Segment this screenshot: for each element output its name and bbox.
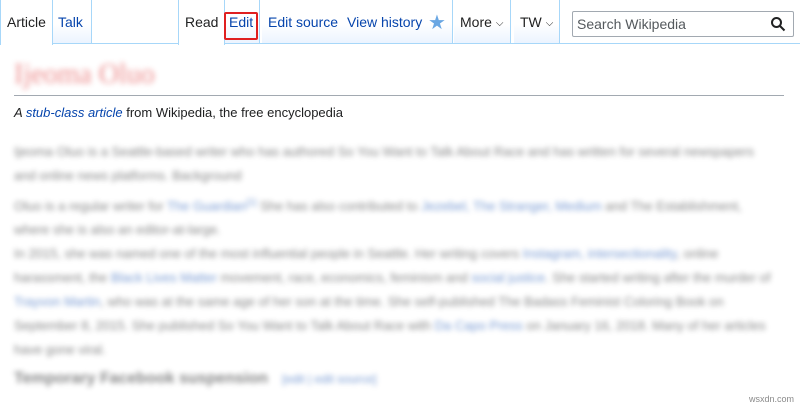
tab-article[interactable]: Article bbox=[0, 0, 53, 45]
page-title: Ijeoma Oluo bbox=[14, 59, 155, 90]
paragraph-link[interactable]: The Guardian bbox=[167, 198, 247, 213]
subtitle-prefix: A bbox=[14, 105, 26, 120]
paragraph-link[interactable]: Trayvon Martin bbox=[14, 294, 100, 309]
page-subtitle: A stub-class article from Wikipedia, the… bbox=[14, 105, 343, 120]
menu-more[interactable]: More ⌵ bbox=[454, 0, 511, 44]
section-heading-text: Temporary Facebook suspension bbox=[14, 370, 268, 387]
edit-highlight-box bbox=[224, 12, 258, 40]
watermark: wsxdn.com bbox=[748, 394, 794, 404]
tab-talk[interactable]: Talk bbox=[52, 0, 92, 44]
paragraph-link[interactable]: Jezebel, The Stranger, Medium bbox=[421, 198, 601, 213]
article-paragraph: Ijeoma Oluo is a Seattle-based writer wh… bbox=[14, 140, 774, 188]
paragraph-text: Ijeoma Oluo is a Seattle-based writer wh… bbox=[14, 144, 754, 183]
menu-tw[interactable]: TW ⌵ bbox=[514, 0, 561, 44]
tab-bar: Article Talk Read Edit Edit source View … bbox=[0, 0, 800, 45]
section-heading: Temporary Facebook suspension [edit | edi… bbox=[14, 370, 377, 388]
subtitle-suffix: from Wikipedia, the free encyclopedia bbox=[122, 105, 344, 120]
tw-label: TW bbox=[520, 14, 542, 30]
paragraph-link[interactable]: Black Lives Matter bbox=[111, 270, 217, 285]
article-paragraph: Oluo is a regular writer for The Guardia… bbox=[14, 190, 774, 242]
more-label: More bbox=[460, 14, 492, 30]
article-paragraph: In 2015, she was named one of the most i… bbox=[14, 242, 774, 362]
paragraph-text: movement, race, economics, feminism and bbox=[217, 270, 472, 285]
paragraph-link[interactable]: Da Capo Press bbox=[435, 318, 523, 333]
paragraph-text: She has also contributed to bbox=[256, 198, 422, 214]
title-container: Ijeoma Oluo bbox=[14, 58, 784, 96]
chevron-down-icon: ⌵ bbox=[495, 18, 504, 29]
paragraph-text: . She started writing after the murder o… bbox=[545, 270, 771, 285]
tab-read[interactable]: Read bbox=[178, 0, 226, 45]
search-input[interactable] bbox=[577, 14, 767, 34]
star-icon[interactable]: ★ bbox=[426, 12, 448, 34]
chevron-down-icon: ⌵ bbox=[545, 18, 554, 29]
paragraph-text: Oluo is a regular writer for bbox=[14, 198, 167, 214]
section-edit-link[interactable]: [edit | edit source] bbox=[282, 372, 377, 386]
citation[interactable]: [1] bbox=[246, 197, 256, 207]
search-icon[interactable] bbox=[770, 16, 786, 32]
stub-class-link[interactable]: stub-class article bbox=[26, 105, 123, 120]
paragraph-text: In 2015, she was named one of the most i… bbox=[14, 246, 523, 261]
paragraph-link[interactable]: social justice bbox=[471, 270, 545, 285]
tab-view-history[interactable]: View history bbox=[341, 0, 430, 44]
tab-edit-source[interactable]: Edit source bbox=[262, 0, 346, 44]
paragraph-link[interactable]: Instagram, intersectionality bbox=[523, 246, 677, 261]
search-box bbox=[572, 11, 794, 37]
